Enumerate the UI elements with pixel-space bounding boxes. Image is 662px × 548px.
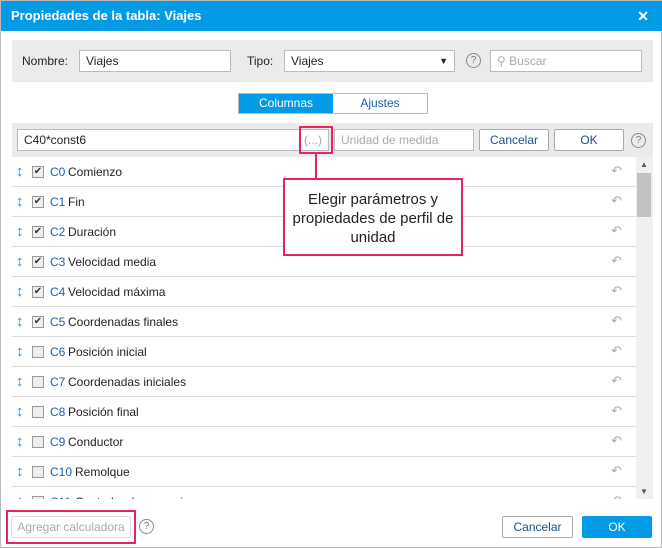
column-row[interactable]: ↕ ✔ C5 Coordenadas finales ↶ — [12, 307, 636, 337]
tab-ajustes[interactable]: Ajustes — [333, 94, 427, 113]
drag-handle-icon[interactable]: ↕ — [16, 194, 24, 209]
undo-icon[interactable]: ↶ — [611, 463, 622, 479]
table-properties-dialog: Propiedades de la tabla: Viajes ✕ Nombre… — [0, 0, 662, 548]
column-row[interactable]: ↕ C8 Posición final ↶ — [12, 397, 636, 427]
column-name: Remolque — [75, 465, 130, 479]
cancel-button[interactable]: Cancelar — [502, 516, 573, 538]
params-highlight — [299, 126, 333, 154]
column-code: C4 — [50, 285, 66, 299]
name-input[interactable]: Viajes — [79, 50, 231, 72]
undo-icon[interactable]: ↶ — [611, 343, 622, 359]
drag-handle-icon[interactable]: ↕ — [16, 434, 24, 449]
column-checkbox[interactable] — [32, 376, 44, 388]
column-row[interactable]: ↕ C10 Remolque ↶ — [12, 457, 636, 487]
column-code: C1 — [50, 195, 66, 209]
column-checkbox[interactable] — [32, 406, 44, 418]
drag-handle-icon[interactable]: ↕ — [16, 344, 24, 359]
column-code: C3 — [50, 255, 66, 269]
drag-handle-icon[interactable]: ↕ — [16, 224, 24, 239]
column-checkbox[interactable]: ✔ — [32, 166, 44, 178]
drag-handle-icon[interactable]: ↕ — [16, 284, 24, 299]
column-code: C6 — [50, 345, 66, 359]
scroll-down-icon[interactable]: ▼ — [640, 487, 648, 496]
column-name: Velocidad media — [68, 255, 157, 269]
column-name: Fin — [68, 195, 85, 209]
drag-handle-icon[interactable]: ↕ — [16, 374, 24, 389]
column-row[interactable]: ↕ C11 Contador de mensajes ↶ — [12, 487, 636, 499]
column-code: C5 — [50, 315, 66, 329]
scroll-up-icon[interactable]: ▲ — [640, 160, 648, 169]
column-checkbox[interactable]: ✔ — [32, 256, 44, 268]
column-code: C11 — [50, 495, 71, 499]
column-checkbox[interactable] — [32, 466, 44, 478]
column-row[interactable]: ↕ C9 Conductor ↶ — [12, 427, 636, 457]
undo-icon[interactable]: ↶ — [611, 163, 622, 179]
help-icon[interactable]: ? — [466, 53, 481, 68]
tab-columnas[interactable]: Columnas — [239, 94, 333, 113]
column-checkbox[interactable]: ✔ — [32, 286, 44, 298]
ok-button[interactable]: OK — [582, 516, 652, 538]
close-icon[interactable]: ✕ — [637, 1, 649, 31]
column-checkbox[interactable]: ✔ — [32, 196, 44, 208]
drag-handle-icon[interactable]: ↕ — [16, 314, 24, 329]
column-name: Velocidad máxima — [68, 285, 166, 299]
type-label: Tipo: — [247, 54, 274, 68]
column-name: Coordenadas iniciales — [68, 375, 187, 389]
column-checkbox[interactable] — [32, 496, 44, 499]
undo-icon[interactable]: ↶ — [611, 403, 622, 419]
dialog-title: Propiedades de la tabla: Viajes ✕ — [1, 1, 662, 31]
undo-icon[interactable]: ↶ — [611, 433, 622, 449]
editor-ok-button[interactable]: OK — [554, 129, 624, 151]
search-icon: ⚲ — [497, 54, 506, 68]
column-checkbox[interactable] — [32, 346, 44, 358]
undo-icon[interactable]: ↶ — [611, 193, 622, 209]
drag-handle-icon[interactable]: ↕ — [16, 164, 24, 179]
column-code: C0 — [50, 165, 66, 179]
column-row[interactable]: ↕ C6 Posición inicial ↶ — [12, 337, 636, 367]
column-name: Comienzo — [68, 165, 123, 179]
scroll-thumb[interactable] — [637, 173, 651, 217]
type-select[interactable]: Viajes ▼ — [284, 50, 455, 72]
column-name: Posición inicial — [68, 345, 147, 359]
column-name: Conductor — [68, 435, 124, 449]
help-icon[interactable]: ? — [139, 519, 154, 534]
callout-tooltip: Elegir parámetros y propiedades de perfi… — [283, 178, 463, 256]
undo-icon[interactable]: ↶ — [611, 493, 622, 499]
undo-icon[interactable]: ↶ — [611, 223, 622, 239]
column-checkbox[interactable]: ✔ — [32, 226, 44, 238]
undo-icon[interactable]: ↶ — [611, 253, 622, 269]
drag-handle-icon[interactable]: ↕ — [16, 404, 24, 419]
undo-icon[interactable]: ↶ — [611, 313, 622, 329]
column-code: C9 — [50, 435, 66, 449]
undo-icon[interactable]: ↶ — [611, 283, 622, 299]
column-code: C2 — [50, 225, 66, 239]
filter-panel: Nombre: Viajes Tipo: Viajes ▼ ? ⚲ Buscar — [12, 40, 653, 82]
column-checkbox[interactable]: ✔ — [32, 316, 44, 328]
drag-handle-icon[interactable]: ↕ — [16, 464, 24, 479]
drag-handle-icon[interactable]: ↕ — [16, 494, 24, 499]
column-name: Duración — [68, 225, 117, 239]
column-row[interactable]: ↕ C7 Coordenadas iniciales ↶ — [12, 367, 636, 397]
column-code: C8 — [50, 405, 66, 419]
scrollbar[interactable]: ▲ ▼ — [636, 157, 653, 499]
column-checkbox[interactable] — [32, 436, 44, 448]
help-icon[interactable]: ? — [631, 133, 646, 148]
column-name: Coordenadas finales — [68, 315, 179, 329]
unit-input[interactable]: Unidad de medida — [334, 129, 474, 151]
column-name: Contador de mensajes — [75, 495, 196, 499]
tabs: Columnas Ajustes — [238, 93, 428, 114]
column-name: Posición final — [68, 405, 139, 419]
undo-icon[interactable]: ↶ — [611, 373, 622, 389]
column-row[interactable]: ↕ ✔ C4 Velocidad máxima ↶ — [12, 277, 636, 307]
dropdown-arrow-icon: ▼ — [439, 56, 448, 66]
column-code: C10 — [50, 465, 73, 479]
editor-cancel-button[interactable]: Cancelar — [479, 129, 549, 151]
search-input[interactable]: ⚲ Buscar — [490, 50, 642, 72]
drag-handle-icon[interactable]: ↕ — [16, 254, 24, 269]
formula-input[interactable]: C40*const6 — [17, 129, 329, 151]
add-calculator-button[interactable]: Agregar calculadora — [11, 516, 131, 538]
column-code: C7 — [50, 375, 66, 389]
name-label: Nombre: — [22, 54, 69, 68]
